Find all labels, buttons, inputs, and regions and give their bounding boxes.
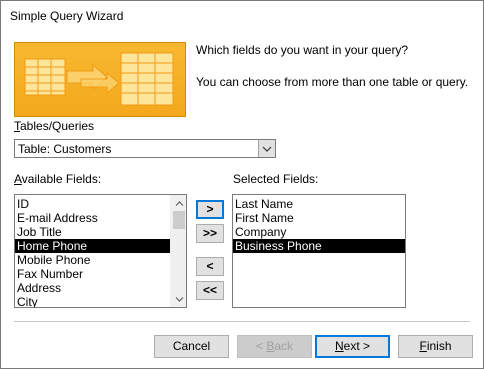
list-item[interactable]: First Name — [233, 211, 405, 225]
scroll-up-icon[interactable] — [171, 196, 186, 210]
combo-dropdown-button[interactable] — [258, 140, 275, 157]
question-text: Which fields do you want in your query? — [196, 43, 409, 57]
scroll-down-icon[interactable] — [171, 292, 186, 306]
chevron-down-icon — [262, 146, 272, 152]
selected-fields-label: Selected Fields: — [233, 172, 319, 186]
list-item[interactable]: Mobile Phone — [15, 253, 186, 267]
table-to-query-icon — [24, 52, 174, 106]
available-fields-scrollbar[interactable] — [170, 195, 186, 307]
title-bar: Simple Query Wizard — [1, 1, 483, 31]
hint-text: You can choose from more than one table … — [196, 75, 469, 89]
list-item[interactable]: Business Phone — [233, 239, 405, 253]
scroll-thumb[interactable] — [173, 211, 185, 229]
tables-queries-value: Table: Customers — [18, 142, 112, 156]
back-button[interactable]: < Back — [237, 335, 312, 358]
list-item[interactable]: City — [15, 295, 186, 307]
footer-separator — [14, 321, 470, 322]
add-all-fields-button[interactable]: >> — [196, 224, 224, 243]
remove-field-button[interactable]: < — [196, 257, 224, 276]
finish-button[interactable]: Finish — [398, 335, 473, 358]
list-item[interactable]: E-mail Address — [15, 211, 186, 225]
list-item[interactable]: Job Title — [15, 225, 186, 239]
cancel-button[interactable]: Cancel — [154, 335, 229, 358]
tables-queries-label: Tables/Queries — [14, 119, 95, 133]
query-wizard-dialog: Simple Query Wizard Which fields do you … — [0, 0, 484, 369]
wizard-illustration — [14, 42, 186, 117]
available-fields-listbox[interactable]: ID E-mail Address Job Title Home Phone Mobil… — [14, 194, 187, 308]
selected-fields-listbox[interactable]: Last Name First Name Company Business Phone — [232, 194, 406, 308]
list-item[interactable]: Last Name — [233, 197, 405, 211]
window-title: Simple Query Wizard — [10, 9, 124, 23]
list-item[interactable]: Address — [15, 281, 186, 295]
list-item[interactable]: Company — [233, 225, 405, 239]
tables-queries-combobox[interactable]: Table: Customers — [14, 139, 276, 158]
list-item[interactable]: ID — [15, 197, 186, 211]
add-field-button[interactable]: > — [196, 200, 224, 219]
next-button[interactable]: Next > — [315, 335, 390, 358]
remove-all-fields-button[interactable]: << — [196, 281, 224, 300]
list-item[interactable]: Home Phone — [15, 239, 186, 253]
list-item[interactable]: Fax Number — [15, 267, 186, 281]
available-fields-label: Available Fields: — [14, 172, 102, 186]
